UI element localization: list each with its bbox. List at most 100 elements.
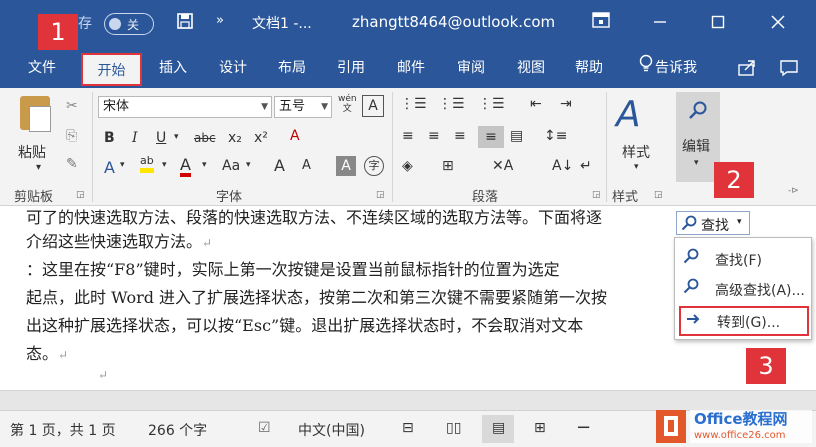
qat-more-icon[interactable]: » [216, 13, 224, 28]
distributed-icon[interactable]: ▤ [510, 128, 523, 144]
proofing-icon[interactable]: ☑ [258, 420, 271, 436]
sort-icon[interactable]: A↓ [552, 158, 573, 174]
shrink-font-button[interactable]: A [302, 158, 311, 173]
text-effects-icon[interactable]: A [104, 158, 115, 177]
clipboard-launcher-icon[interactable]: ◲ [76, 190, 85, 200]
tab-layout[interactable]: 布局 [265, 50, 319, 86]
comments-icon[interactable] [772, 50, 806, 86]
tell-me-button[interactable]: 告诉我 [626, 50, 710, 86]
align-center-icon[interactable]: ≡ [428, 128, 440, 144]
tab-insert[interactable]: 插入 [146, 50, 200, 86]
multilevel-list-icon[interactable]: ⋮☰ [478, 96, 505, 112]
shading-bucket-icon[interactable]: ◈ [402, 158, 413, 174]
menu-item-find[interactable]: 查找(F) [679, 244, 809, 272]
bullets-icon[interactable]: ⋮☰ [400, 96, 427, 112]
paragraph-launcher-icon[interactable]: ◲ [592, 190, 601, 200]
tab-design[interactable]: 设计 [206, 50, 260, 86]
callout-2: 2 [714, 162, 754, 198]
watermark-brand: Office教程网 [694, 410, 788, 428]
tab-review[interactable]: 审阅 [444, 50, 498, 86]
font-name-combo[interactable]: 宋体 ▼ [98, 96, 272, 118]
tab-mailings[interactable]: 邮件 [384, 50, 438, 86]
strikethrough-button[interactable]: abc [194, 131, 216, 145]
paste-button[interactable]: 粘贴 [18, 142, 46, 162]
styles-button[interactable]: 样式 [622, 142, 650, 162]
justify-icon[interactable]: ≡ [478, 126, 504, 148]
bold-button[interactable]: B [104, 130, 115, 146]
enclose-char-button[interactable]: 字 [364, 156, 384, 176]
minimize-button[interactable] [640, 8, 680, 40]
char-shading-button[interactable]: A [336, 156, 356, 176]
cut-icon[interactable]: ✂ [66, 98, 78, 114]
page-count[interactable]: 第 1 页，共 1 页 [10, 420, 116, 440]
paste-dropdown-icon[interactable]: ▾ [36, 162, 41, 173]
tab-references[interactable]: 引用 [324, 50, 378, 86]
word-count[interactable]: 266 个字 [148, 420, 207, 440]
chevron-down-icon: ▼ [261, 102, 268, 112]
increase-indent-icon[interactable]: ⇥ [560, 96, 572, 112]
styles-launcher-icon[interactable]: ◲ [654, 190, 663, 200]
account-email[interactable]: zhangtt8464@outlook.com [352, 13, 555, 31]
chevron-down-icon[interactable]: ▾ [246, 160, 251, 170]
empty-paragraph: ↵ [98, 364, 108, 383]
chinese-layout-icon[interactable]: ✕A [492, 158, 513, 174]
decrease-indent-icon[interactable]: ⇤ [530, 96, 542, 112]
group-separator [92, 92, 93, 202]
char-border-icon[interactable]: A [362, 95, 384, 117]
copy-icon[interactable]: ⎘ [66, 128, 77, 144]
share-icon[interactable] [730, 50, 764, 86]
clear-formatting-icon[interactable]: A [290, 128, 300, 144]
tab-home[interactable]: 开始 [81, 53, 142, 86]
track-changes-icon[interactable]: ⊟ [402, 420, 414, 436]
underline-button[interactable]: U [156, 130, 166, 146]
read-mode-icon[interactable]: ▯▯ [446, 420, 461, 436]
menu-item-goto[interactable]: 转到(G)... [679, 306, 809, 336]
chevron-down-icon[interactable]: ▾ [174, 132, 179, 142]
editing-label: 编辑 [682, 139, 710, 155]
align-right-icon[interactable]: ≡ [454, 128, 466, 144]
tab-help[interactable]: 帮助 [562, 50, 616, 86]
language-indicator[interactable]: 中文(中国) [298, 420, 365, 440]
find-dropdown-button[interactable]: 查找 ▾ [676, 211, 750, 235]
maximize-button[interactable] [698, 8, 738, 40]
chevron-down-icon: ▾ [694, 158, 699, 168]
align-left-icon[interactable]: ≡ [402, 128, 414, 144]
paste-clipboard-icon[interactable] [20, 96, 51, 132]
menu-item-label: 转到(G)... [717, 315, 781, 331]
tab-view[interactable]: 视图 [504, 50, 558, 86]
print-layout-icon[interactable]: ▤ [482, 415, 514, 443]
autosave-toggle[interactable]: 关 [104, 13, 154, 35]
menu-item-advanced-find[interactable]: 高级查找(A)... [679, 274, 809, 302]
highlight-icon[interactable]: ab [140, 154, 154, 173]
styles-icon[interactable]: A [616, 94, 641, 135]
show-marks-icon[interactable]: ↵ [580, 158, 592, 174]
chevron-down-icon[interactable]: ▾ [162, 160, 167, 170]
toggle-knob [109, 18, 121, 30]
superscript-button[interactable]: x² [254, 130, 268, 146]
chevron-down-icon[interactable]: ▾ [634, 162, 639, 172]
phonetic-guide-icon[interactable]: wén 文 [338, 94, 357, 114]
ribbon-display-icon[interactable] [592, 12, 610, 33]
web-layout-icon[interactable]: ⊞ [534, 420, 546, 436]
save-icon[interactable] [176, 12, 194, 35]
subscript-button[interactable]: x₂ [228, 130, 242, 146]
line-spacing-icon[interactable]: ↕≡ [544, 128, 567, 144]
change-case-button[interactable]: Aa [222, 158, 240, 174]
font-size-combo[interactable]: 五号 ▼ [274, 96, 332, 118]
tab-file[interactable]: 文件 [14, 50, 70, 86]
italic-button[interactable]: I [132, 130, 138, 146]
format-painter-icon[interactable]: ✎ [66, 156, 78, 172]
font-launcher-icon[interactable]: ◲ [376, 190, 385, 200]
title-bar: 存 关 » 文档1 -... zhangtt8464@outlook.com [0, 0, 816, 50]
grow-font-button[interactable]: A [274, 156, 285, 175]
find-button-label: 查找 [701, 218, 729, 234]
numbering-icon[interactable]: ⋮☰ [438, 96, 465, 112]
zoom-out-button[interactable]: − [576, 417, 591, 438]
close-button[interactable] [758, 8, 798, 40]
chevron-down-icon[interactable]: ▾ [120, 160, 125, 170]
chevron-down-icon[interactable]: ▾ [202, 160, 207, 170]
font-color-button[interactable]: A [180, 156, 191, 177]
borders-icon[interactable]: ⊞ [442, 158, 454, 174]
search-icon [688, 100, 708, 124]
collapse-ribbon-icon[interactable]: -⊳ [788, 186, 799, 196]
